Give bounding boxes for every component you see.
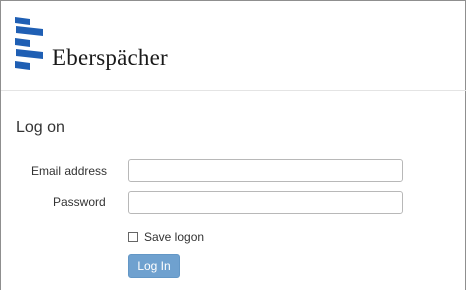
email-label: Email address — [31, 164, 108, 178]
password-label: Password — [53, 195, 106, 209]
save-logon-row[interactable]: Save logon — [128, 230, 204, 244]
brand-name: Eberspächer — [52, 45, 168, 70]
header: Eberspächer — [1, 1, 466, 91]
login-button[interactable]: Log In — [128, 254, 180, 278]
page-title: Log on — [16, 119, 65, 136]
save-logon-label[interactable]: Save logon — [144, 230, 204, 244]
email-field[interactable] — [128, 159, 403, 182]
password-field[interactable] — [128, 191, 403, 214]
save-logon-checkbox[interactable] — [128, 232, 138, 242]
eberspaecher-logo-icon — [15, 17, 43, 70]
